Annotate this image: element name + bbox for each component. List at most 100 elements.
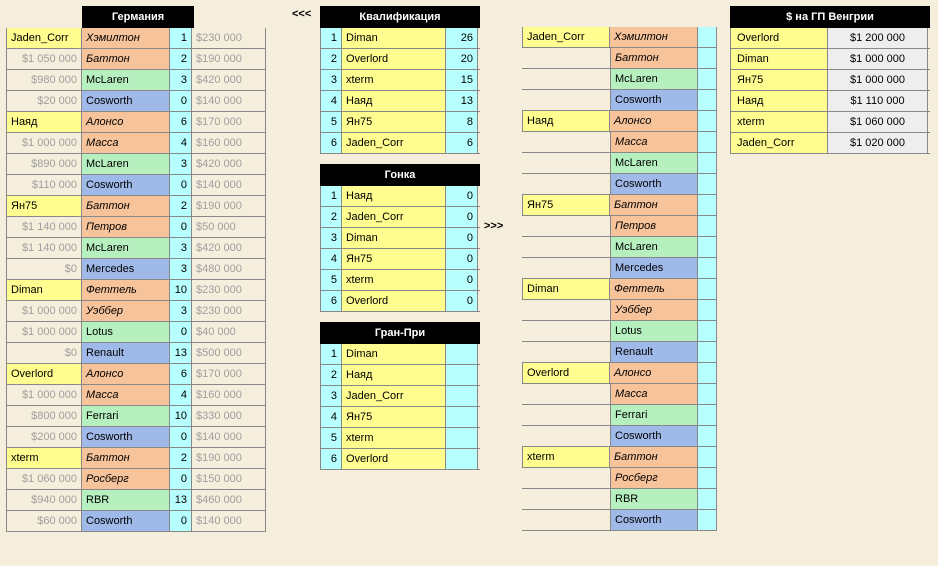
pick-name: Cosworth <box>610 426 698 446</box>
pick-pts <box>698 342 717 362</box>
picks-row: McLaren <box>522 69 717 90</box>
pick-name: Баттон <box>82 448 170 468</box>
pick-pts <box>698 489 717 509</box>
empty-cell <box>522 237 610 257</box>
empty-cell <box>522 384 610 404</box>
pick-pts <box>698 468 717 488</box>
pick-name: Cosworth <box>610 174 698 194</box>
budget-title: $ на ГП Венгрии <box>730 6 930 28</box>
standing-row: 2Наяд <box>320 365 480 386</box>
pick-name: Алонсо <box>610 363 698 383</box>
germany-title: Германия <box>82 6 194 28</box>
germany-row: $1 000 000Масса4$160 000 <box>6 385 266 406</box>
germany-row: Ян75Баттон2$190 000 <box>6 196 266 217</box>
pick-cost: $170 000 <box>192 364 266 384</box>
points-cell: 20 <box>446 49 478 69</box>
standing-row: 2Overlord20 <box>320 49 480 70</box>
standing-row: 2Jaden_Corr0 <box>320 207 480 228</box>
standing-row: 6Overlord <box>320 449 480 470</box>
pick-name: Lotus <box>82 322 170 342</box>
pick-pts <box>698 153 717 173</box>
empty-cell <box>522 489 610 509</box>
picks-row: RBR <box>522 489 717 510</box>
money-cell: $1 000 000 <box>6 322 82 342</box>
points-cell: 0 <box>446 186 478 206</box>
budget-player: Jaden_Corr <box>730 133 828 153</box>
pick-name: Хэмилтон <box>610 27 698 47</box>
pick-name: Cosworth <box>82 427 170 447</box>
pick-name: Феттель <box>82 280 170 300</box>
money-cell: $1 140 000 <box>6 217 82 237</box>
owner-cell: Ян75 <box>522 195 610 215</box>
standing-row: 4Наяд13 <box>320 91 480 112</box>
pick-name: Росберг <box>82 469 170 489</box>
picks-row: Масса <box>522 384 717 405</box>
points-cell: 0 <box>446 270 478 290</box>
player-cell: Ян75 <box>342 249 446 269</box>
budget-player: Ян75 <box>730 70 828 90</box>
pick-cost: $50 000 <box>192 217 266 237</box>
pick-name: Баттон <box>82 196 170 216</box>
empty-cell <box>522 468 610 488</box>
pick-name: Cosworth <box>82 91 170 111</box>
player-cell: Наяд <box>342 186 446 206</box>
pick-pts: 3 <box>170 238 192 258</box>
pick-pts: 10 <box>170 280 192 300</box>
money-cell: $1 140 000 <box>6 238 82 258</box>
pick-pts: 6 <box>170 112 192 132</box>
money-cell: $980 000 <box>6 70 82 90</box>
pick-name: Баттон <box>82 49 170 69</box>
empty-cell <box>522 153 610 173</box>
money-cell: $200 000 <box>6 427 82 447</box>
picks-row: McLaren <box>522 153 717 174</box>
pick-pts: 2 <box>170 196 192 216</box>
pick-pts: 0 <box>170 427 192 447</box>
budget-value: $1 020 000 <box>828 133 928 153</box>
qual-title: Квалификация <box>320 6 480 28</box>
pick-pts: 6 <box>170 364 192 384</box>
picks-row: Уэббер <box>522 300 717 321</box>
pick-name: RBR <box>610 489 698 509</box>
owner-cell: Jaden_Corr <box>522 27 610 47</box>
owner-cell: Overlord <box>6 364 82 384</box>
player-cell: Diman <box>342 344 446 364</box>
pick-name: Уэббер <box>82 301 170 321</box>
picks-row: Ferrari <box>522 405 717 426</box>
pick-pts <box>698 405 717 425</box>
points-cell <box>446 386 478 406</box>
pick-cost: $190 000 <box>192 448 266 468</box>
picks-row: McLaren <box>522 237 717 258</box>
pick-name: Петров <box>82 217 170 237</box>
standing-row: 1Diman <box>320 344 480 365</box>
empty-cell <box>522 174 610 194</box>
budget-row: xterm$1 060 000 <box>730 112 930 133</box>
owner-cell: Diman <box>522 279 610 299</box>
pick-name: Cosworth <box>82 511 170 531</box>
pick-cost: $420 000 <box>192 70 266 90</box>
standing-row: 5xterm <box>320 428 480 449</box>
points-cell <box>446 344 478 364</box>
standing-row: 6Jaden_Corr6 <box>320 133 480 154</box>
money-cell: $1 050 000 <box>6 49 82 69</box>
empty-cell <box>522 321 610 341</box>
rank-cell: 6 <box>320 291 342 311</box>
germany-row: xtermБаттон2$190 000 <box>6 448 266 469</box>
money-cell: $1 000 000 <box>6 133 82 153</box>
pick-pts <box>698 111 717 131</box>
pick-pts: 2 <box>170 49 192 69</box>
player-cell: Jaden_Corr <box>342 133 446 153</box>
picks-panel: Jaden_CorrХэмилтонБаттонMcLarenCosworthН… <box>522 6 717 531</box>
pick-cost: $140 000 <box>192 427 266 447</box>
rank-cell: 3 <box>320 228 342 248</box>
money-cell: $60 000 <box>6 511 82 531</box>
pick-cost: $190 000 <box>192 196 266 216</box>
money-cell: $0 <box>6 343 82 363</box>
pick-cost: $170 000 <box>192 112 266 132</box>
pick-pts <box>698 132 717 152</box>
pick-name: Масса <box>82 385 170 405</box>
rank-cell: 3 <box>320 386 342 406</box>
owner-cell: Jaden_Corr <box>6 28 82 48</box>
points-cell: 0 <box>446 291 478 311</box>
points-cell <box>446 365 478 385</box>
pick-name: Cosworth <box>610 510 698 530</box>
